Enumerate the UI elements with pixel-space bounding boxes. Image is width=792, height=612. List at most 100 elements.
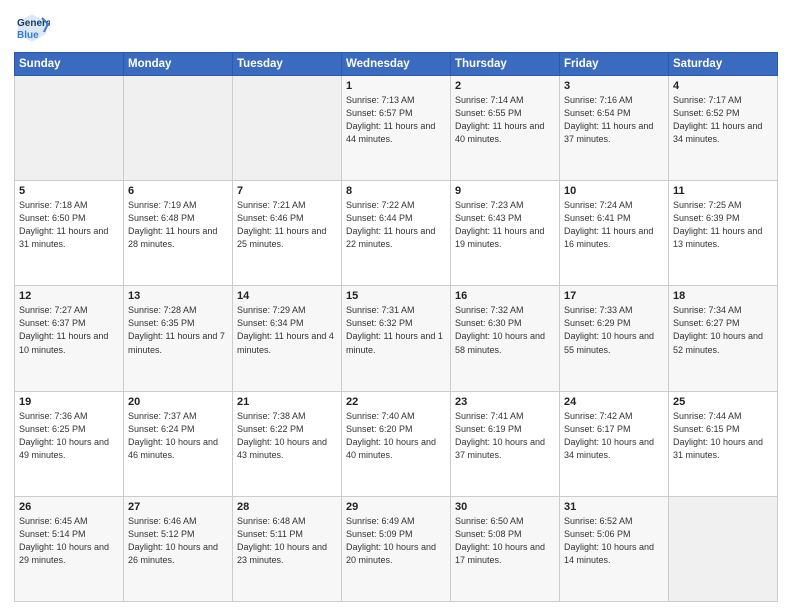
calendar-cell: 31 Sunrise: 6:52 AMSunset: 5:06 PMDayligh… [560,496,669,601]
day-info: Sunrise: 7:29 AMSunset: 6:34 PMDaylight:… [237,305,334,354]
day-number: 6 [128,185,228,197]
day-number: 31 [564,501,664,513]
calendar-cell: 22 Sunrise: 7:40 AMSunset: 6:20 PMDayligh… [342,391,451,496]
logo: General Blue [14,10,50,46]
day-info: Sunrise: 7:23 AMSunset: 6:43 PMDaylight:… [455,200,544,249]
week-row-0: 1 Sunrise: 7:13 AMSunset: 6:57 PMDaylight… [15,76,778,181]
logo-svg: General Blue [14,10,50,46]
day-number: 15 [346,290,446,302]
day-info: Sunrise: 7:17 AMSunset: 6:52 PMDaylight:… [673,95,762,144]
day-info: Sunrise: 7:42 AMSunset: 6:17 PMDaylight:… [564,411,654,460]
day-number: 11 [673,185,773,197]
day-number: 20 [128,396,228,408]
day-number: 27 [128,501,228,513]
day-info: Sunrise: 7:41 AMSunset: 6:19 PMDaylight:… [455,411,545,460]
weekday-header-row: SundayMondayTuesdayWednesdayThursdayFrid… [15,53,778,76]
weekday-header-monday: Monday [124,53,233,76]
day-info: Sunrise: 7:36 AMSunset: 6:25 PMDaylight:… [19,411,109,460]
day-number: 24 [564,396,664,408]
day-info: Sunrise: 6:48 AMSunset: 5:11 PMDaylight:… [237,516,327,565]
calendar-cell: 8Sunrise: 7:22 AMSunset: 6:44 PMDaylight… [342,181,451,286]
calendar-cell: 11 Sunrise: 7:25 AMSunset: 6:39 PMDayligh… [669,181,778,286]
day-info: Sunrise: 6:50 AMSunset: 5:08 PMDaylight:… [455,516,545,565]
day-info: Sunrise: 7:32 AMSunset: 6:30 PMDaylight:… [455,305,545,354]
day-number: 22 [346,396,446,408]
day-info: Sunrise: 7:33 AMSunset: 6:29 PMDaylight:… [564,305,654,354]
calendar-cell: 2Sunrise: 7:14 AMSunset: 6:55 PMDaylight… [451,76,560,181]
week-row-3: 19 Sunrise: 7:36 AMSunset: 6:25 PMDayligh… [15,391,778,496]
day-info: Sunrise: 7:25 AMSunset: 6:39 PMDaylight:… [673,200,762,249]
day-number: 16 [455,290,555,302]
day-number: 28 [237,501,337,513]
calendar-table: SundayMondayTuesdayWednesdayThursdayFrid… [14,52,778,602]
day-info: Sunrise: 7:40 AMSunset: 6:20 PMDaylight:… [346,411,436,460]
day-info: Sunrise: 7:22 AMSunset: 6:44 PMDaylight:… [346,200,435,249]
calendar-cell: 23 Sunrise: 7:41 AMSunset: 6:19 PMDayligh… [451,391,560,496]
day-number: 21 [237,396,337,408]
weekday-header-wednesday: Wednesday [342,53,451,76]
header: General Blue [14,10,778,46]
day-number: 7 [237,185,337,197]
day-number: 4 [673,80,773,92]
day-info: Sunrise: 7:24 AMSunset: 6:41 PMDaylight:… [564,200,653,249]
calendar-cell [233,76,342,181]
calendar-cell: 3 Sunrise: 7:16 AMSunset: 6:54 PMDaylight… [560,76,669,181]
calendar-cell: 25Sunrise: 7:44 AMSunset: 6:15 PMDayligh… [669,391,778,496]
day-info: Sunrise: 6:49 AMSunset: 5:09 PMDaylight:… [346,516,436,565]
day-number: 29 [346,501,446,513]
day-number: 5 [19,185,119,197]
day-number: 23 [455,396,555,408]
calendar-cell: 10 Sunrise: 7:24 AMSunset: 6:41 PMDayligh… [560,181,669,286]
day-info: Sunrise: 6:45 AMSunset: 5:14 PMDaylight:… [19,516,109,565]
calendar-cell: 16 Sunrise: 7:32 AMSunset: 6:30 PMDayligh… [451,286,560,391]
weekday-header-tuesday: Tuesday [233,53,342,76]
day-info: Sunrise: 7:27 AMSunset: 6:37 PMDaylight:… [19,305,108,354]
day-number: 1 [346,80,446,92]
week-row-2: 12 Sunrise: 7:27 AMSunset: 6:37 PMDayligh… [15,286,778,391]
calendar-cell: 21 Sunrise: 7:38 AMSunset: 6:22 PMDayligh… [233,391,342,496]
day-info: Sunrise: 7:37 AMSunset: 6:24 PMDaylight:… [128,411,218,460]
calendar-cell: 12 Sunrise: 7:27 AMSunset: 6:37 PMDayligh… [15,286,124,391]
day-number: 18 [673,290,773,302]
day-info: Sunrise: 7:38 AMSunset: 6:22 PMDaylight:… [237,411,327,460]
calendar-cell: 14 Sunrise: 7:29 AMSunset: 6:34 PMDayligh… [233,286,342,391]
day-info: Sunrise: 7:13 AMSunset: 6:57 PMDaylight:… [346,95,435,144]
day-info: Sunrise: 6:46 AMSunset: 5:12 PMDaylight:… [128,516,218,565]
calendar-cell: 18 Sunrise: 7:34 AMSunset: 6:27 PMDayligh… [669,286,778,391]
calendar-cell: 1 Sunrise: 7:13 AMSunset: 6:57 PMDaylight… [342,76,451,181]
day-number: 26 [19,501,119,513]
day-info: Sunrise: 7:19 AMSunset: 6:48 PMDaylight:… [128,200,217,249]
weekday-header-sunday: Sunday [15,53,124,76]
day-number: 13 [128,290,228,302]
calendar-cell: 5Sunrise: 7:18 AMSunset: 6:50 PMDaylight… [15,181,124,286]
day-number: 9 [455,185,555,197]
day-info: Sunrise: 6:52 AMSunset: 5:06 PMDaylight:… [564,516,654,565]
calendar-cell: 17Sunrise: 7:33 AMSunset: 6:29 PMDayligh… [560,286,669,391]
calendar-cell: 24 Sunrise: 7:42 AMSunset: 6:17 PMDayligh… [560,391,669,496]
week-row-4: 26 Sunrise: 6:45 AMSunset: 5:14 PMDayligh… [15,496,778,601]
calendar-cell: 15Sunrise: 7:31 AMSunset: 6:32 PMDayligh… [342,286,451,391]
calendar-cell: 6 Sunrise: 7:19 AMSunset: 6:48 PMDaylight… [124,181,233,286]
day-info: Sunrise: 7:34 AMSunset: 6:27 PMDaylight:… [673,305,763,354]
day-number: 10 [564,185,664,197]
day-number: 12 [19,290,119,302]
calendar-cell: 19 Sunrise: 7:36 AMSunset: 6:25 PMDayligh… [15,391,124,496]
calendar-cell: 30 Sunrise: 6:50 AMSunset: 5:08 PMDayligh… [451,496,560,601]
svg-text:Blue: Blue [17,30,39,41]
weekday-header-saturday: Saturday [669,53,778,76]
week-row-1: 5Sunrise: 7:18 AMSunset: 6:50 PMDaylight… [15,181,778,286]
day-info: Sunrise: 7:21 AMSunset: 6:46 PMDaylight:… [237,200,326,249]
day-number: 25 [673,396,773,408]
day-number: 19 [19,396,119,408]
day-number: 30 [455,501,555,513]
calendar-cell: 4 Sunrise: 7:17 AMSunset: 6:52 PMDaylight… [669,76,778,181]
day-number: 14 [237,290,337,302]
page: General Blue SundayMondayTuesdayWednesda… [0,0,792,612]
calendar-cell: 9 Sunrise: 7:23 AMSunset: 6:43 PMDaylight… [451,181,560,286]
calendar-cell [124,76,233,181]
day-info: Sunrise: 7:16 AMSunset: 6:54 PMDaylight:… [564,95,653,144]
calendar-cell: 29 Sunrise: 6:49 AMSunset: 5:09 PMDayligh… [342,496,451,601]
day-number: 3 [564,80,664,92]
weekday-header-friday: Friday [560,53,669,76]
calendar-cell [669,496,778,601]
